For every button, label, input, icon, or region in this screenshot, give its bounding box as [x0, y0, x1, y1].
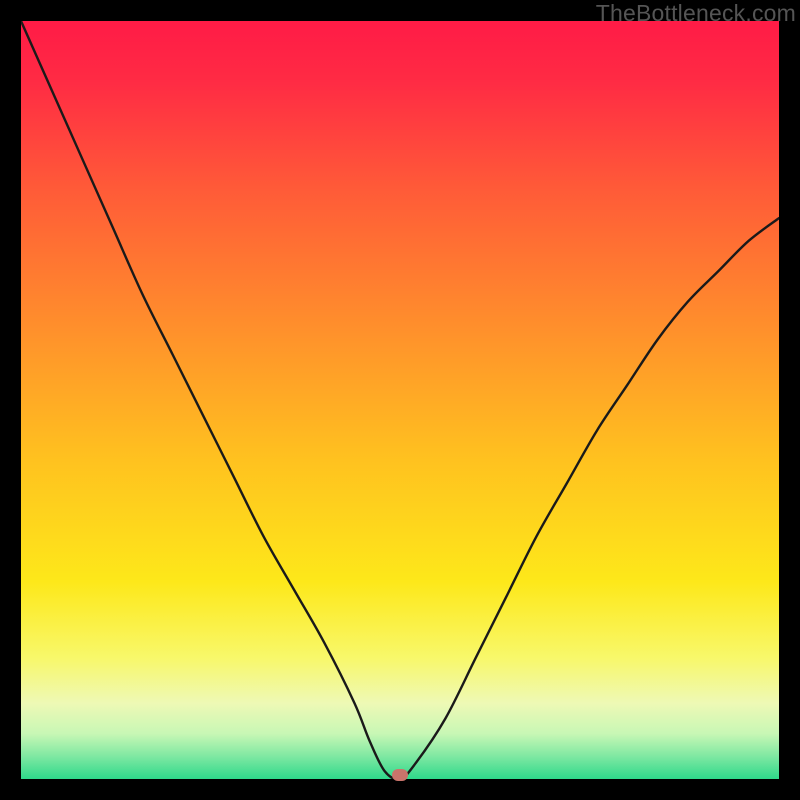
watermark-text: TheBottleneck.com [596, 0, 796, 27]
optimal-point-marker [392, 769, 408, 781]
bottleneck-curve [21, 21, 779, 779]
plot-frame [21, 21, 779, 779]
